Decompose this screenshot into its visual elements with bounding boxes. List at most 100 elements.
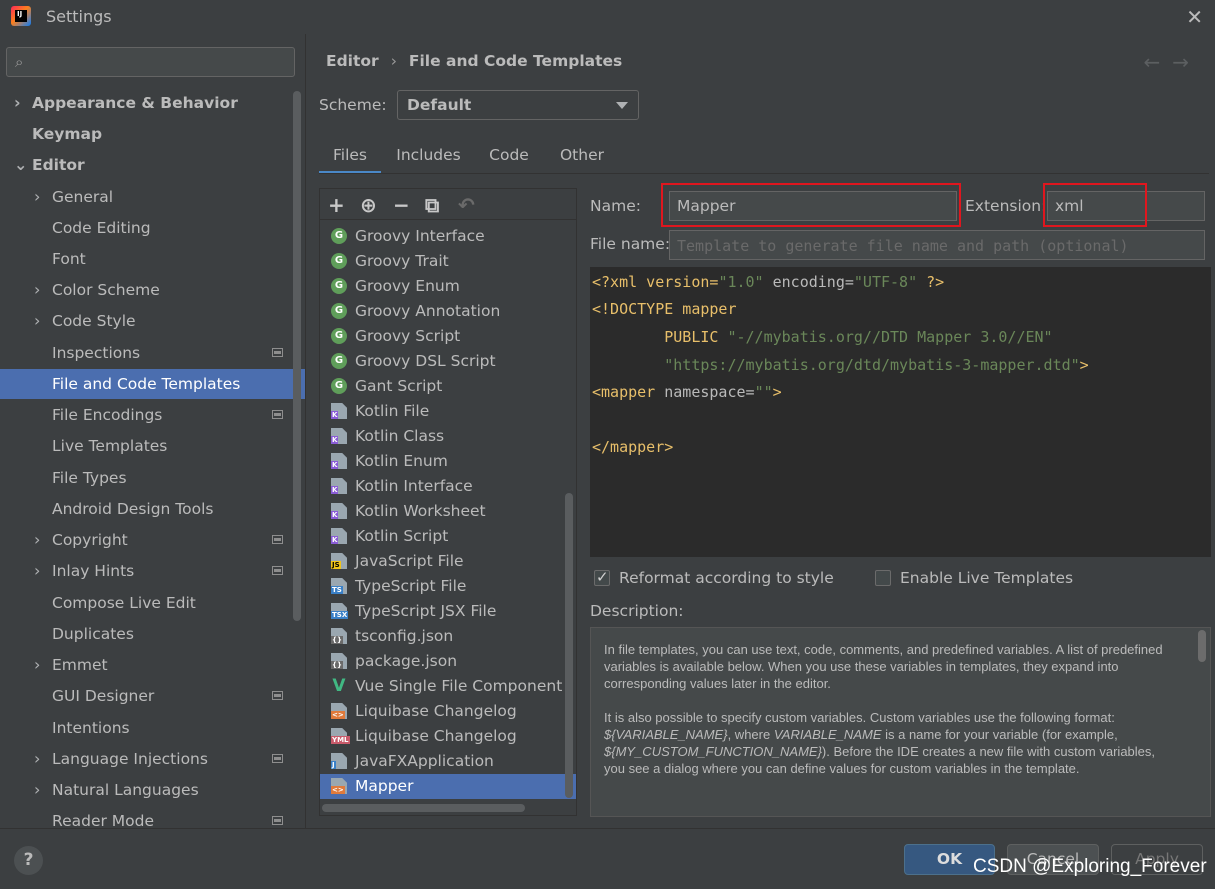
sidebar-item-duplicates[interactable]: Duplicates — [0, 619, 305, 649]
sidebar-item-editor[interactable]: ⌄ Editor — [0, 150, 305, 180]
copy-template-icon[interactable]: ⧉ — [425, 193, 439, 217]
sidebar-item-compose-live-edit[interactable]: Compose Live Edit — [0, 588, 305, 618]
tab-includes[interactable]: Includes — [387, 140, 470, 174]
sidebar-item-code-style[interactable]: › Code Style — [0, 306, 305, 336]
chevron-right-icon[interactable]: › — [34, 306, 40, 336]
sidebar-item-android-design-tools[interactable]: Android Design Tools — [0, 494, 305, 524]
file-name-field[interactable]: Template to generate file name and path … — [669, 230, 1205, 260]
template-list-item[interactable]: JS JavaScript File — [320, 549, 576, 574]
template-list-item[interactable]: G Groovy DSL Script — [320, 349, 576, 374]
settings-search-box[interactable]: ⌕ — [6, 47, 295, 77]
settings-search-input[interactable] — [37, 52, 287, 72]
back-arrow-icon[interactable]: ← — [1143, 50, 1172, 74]
sidebar-item-keymap[interactable]: Keymap — [0, 119, 305, 149]
settings-sidebar: ⌕ › Appearance & Behavior Keymap ⌄ Editor › Ge… — [0, 34, 305, 830]
sidebar-item-font[interactable]: Font — [0, 244, 305, 274]
sidebar-item-live-templates[interactable]: Live Templates — [0, 431, 305, 461]
tab-other[interactable]: Other — [548, 140, 616, 174]
template-list-item[interactable]: V Vue Single File Component — [320, 674, 576, 699]
sidebar-item-file-encodings[interactable]: File Encodings — [0, 400, 305, 430]
sidebar-item-natural-languages[interactable]: › Natural Languages — [0, 775, 305, 805]
template-list-item[interactable]: G Groovy Trait — [320, 249, 576, 274]
chevron-right-icon[interactable]: › — [34, 775, 40, 805]
chevron-down-icon[interactable]: ⌄ — [14, 150, 27, 180]
chevron-right-icon[interactable]: › — [14, 88, 21, 118]
chevron-right-icon[interactable]: › — [34, 744, 40, 774]
sidebar-item-inspections[interactable]: Inspections — [0, 338, 305, 368]
chevron-right-icon[interactable]: › — [34, 525, 40, 555]
tab-code[interactable]: Code — [476, 140, 542, 174]
reformat-checkbox[interactable] — [594, 568, 610, 586]
tab-files[interactable]: Files — [319, 140, 381, 174]
template-list-vscrollbar[interactable] — [565, 493, 573, 798]
template-name: JavaScript File — [355, 552, 464, 570]
forward-arrow-icon[interactable]: → — [1172, 50, 1201, 74]
scheme-dropdown[interactable]: Default — [397, 90, 639, 120]
file-type-badge: {} — [331, 661, 343, 669]
pane-divider[interactable] — [305, 34, 306, 828]
live-templates-label[interactable]: Enable Live Templates — [900, 569, 1073, 587]
reset-template-icon[interactable]: ↶ — [458, 193, 475, 217]
file-type-badge: TSX — [331, 611, 349, 619]
template-list-item[interactable]: {} package.json — [320, 649, 576, 674]
vue-icon: V — [332, 676, 346, 696]
template-list-hscrollbar[interactable] — [322, 804, 525, 812]
template-list-item[interactable]: {} tsconfig.json — [320, 624, 576, 649]
template-list-item[interactable]: G Groovy Script — [320, 324, 576, 349]
sidebar-item-appearance-behavior[interactable]: › Appearance & Behavior — [0, 88, 305, 118]
file-type-badge: K — [331, 436, 339, 444]
help-button[interactable]: ? — [14, 846, 43, 875]
template-list-item[interactable]: <> Mapper — [320, 774, 576, 799]
template-list-item[interactable]: G Groovy Annotation — [320, 299, 576, 324]
breadcrumb-parent[interactable]: Editor — [326, 52, 379, 70]
sidebar-item-code-editing[interactable]: Code Editing — [0, 213, 305, 243]
description-label: Description: — [590, 602, 684, 620]
chevron-down-icon — [616, 102, 628, 109]
template-name: tsconfig.json — [355, 627, 454, 645]
template-name: Kotlin Interface — [355, 477, 473, 495]
template-list-item[interactable]: K Kotlin File — [320, 399, 576, 424]
close-icon[interactable]: ✕ — [1186, 5, 1203, 29]
template-list-item[interactable]: G Groovy Interface — [320, 224, 576, 249]
live-templates-checkbox[interactable] — [875, 570, 891, 586]
template-name: Vue Single File Component — [355, 677, 563, 695]
template-name: Groovy Script — [355, 327, 461, 345]
template-list-item[interactable]: TS TypeScript File — [320, 574, 576, 599]
sidebar-item-file-types[interactable]: File Types — [0, 463, 305, 493]
chevron-right-icon[interactable]: › — [34, 556, 40, 586]
sidebar-item-general[interactable]: › General — [0, 182, 305, 212]
sidebar-scrollbar[interactable] — [293, 91, 301, 621]
chevron-right-icon[interactable]: › — [34, 182, 40, 212]
remove-template-icon[interactable]: − — [393, 193, 410, 217]
sidebar-item-language-injections[interactable]: › Language Injections — [0, 744, 305, 774]
template-list-item[interactable]: K Kotlin Class — [320, 424, 576, 449]
sidebar-item-inlay-hints[interactable]: › Inlay Hints — [0, 556, 305, 586]
chevron-right-icon[interactable]: › — [34, 650, 40, 680]
template-list-item[interactable]: YML Liquibase Changelog — [320, 724, 576, 749]
template-list-item[interactable]: <> Liquibase Changelog — [320, 699, 576, 724]
add-template-icon[interactable]: + — [328, 193, 345, 217]
sidebar-item-emmet[interactable]: › Emmet — [0, 650, 305, 680]
sidebar-item-label: Copyright — [52, 531, 128, 549]
sidebar-item-file-and-code-templates[interactable]: File and Code Templates — [0, 369, 305, 399]
template-list-item[interactable]: G Groovy Enum — [320, 274, 576, 299]
sidebar-item-copyright[interactable]: › Copyright — [0, 525, 305, 555]
template-list-item[interactable]: K Kotlin Interface — [320, 474, 576, 499]
add-child-template-icon[interactable]: ⊕ — [360, 193, 377, 217]
sidebar-item-label: Natural Languages — [52, 781, 199, 799]
template-list-item[interactable]: J JavaFXApplication — [320, 749, 576, 774]
template-list-item[interactable]: G Gant Script — [320, 374, 576, 399]
template-list-item[interactable]: K Kotlin Worksheet — [320, 499, 576, 524]
sidebar-item-color-scheme[interactable]: › Color Scheme — [0, 275, 305, 305]
template-list-item[interactable]: TSX TypeScript JSX File — [320, 599, 576, 624]
template-code-editor[interactable]: <?xml version="1.0" encoding="UTF-8" ?> … — [590, 267, 1211, 557]
reformat-label[interactable]: Reformat according to style — [619, 569, 834, 587]
sidebar-item-gui-designer[interactable]: GUI Designer — [0, 681, 305, 711]
template-list-item[interactable]: K Kotlin Script — [320, 524, 576, 549]
sidebar-item-label: GUI Designer — [52, 687, 155, 705]
template-list-item[interactable]: K Kotlin Enum — [320, 449, 576, 474]
sidebar-item-intentions[interactable]: Intentions — [0, 713, 305, 743]
sidebar-item-label: Code Editing — [52, 219, 151, 237]
description-scrollbar[interactable] — [1198, 630, 1206, 662]
chevron-right-icon[interactable]: › — [34, 275, 40, 305]
